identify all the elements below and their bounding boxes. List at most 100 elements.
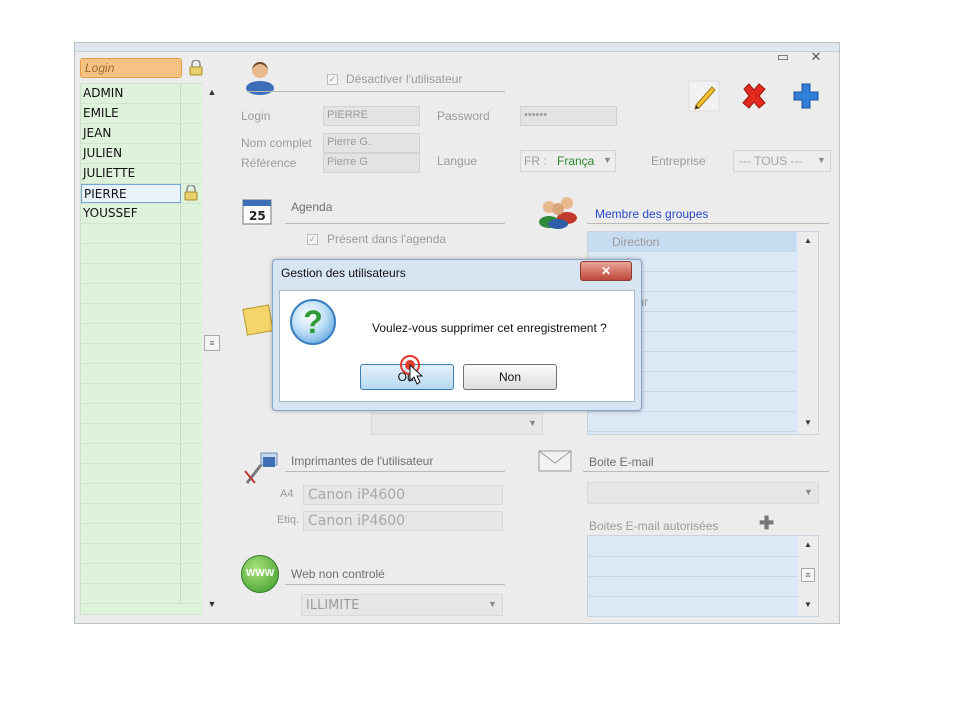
list-item[interactable] [81, 524, 206, 544]
group-row[interactable]: Direction [588, 232, 796, 252]
chevron-down-icon: ▼ [817, 155, 826, 165]
reference-field[interactable]: Pierre G [323, 153, 420, 173]
scroll-down-icon[interactable]: ▼ [798, 418, 818, 427]
group-row[interactable] [588, 412, 796, 432]
login-label: Login [241, 109, 271, 123]
row-line [588, 556, 798, 557]
list-grip-icon[interactable]: ≡ [204, 335, 220, 351]
question-icon: ? [290, 299, 336, 345]
calendar-icon: 25 [241, 195, 275, 230]
list-item[interactable] [81, 444, 206, 464]
user-login-cell [81, 524, 181, 543]
email-select[interactable]: ▼ [587, 482, 819, 504]
list-item[interactable] [81, 384, 206, 404]
list-item[interactable] [81, 484, 206, 504]
fullname-field[interactable]: Pierre G. [323, 133, 420, 153]
company-value: --- TOUS --- [739, 154, 803, 168]
password-field[interactable]: •••••• [520, 106, 617, 126]
label-printer-label: Etiq. [277, 514, 300, 526]
user-login-cell [81, 284, 181, 303]
list-item[interactable]: JULIEN [81, 144, 206, 164]
list-item[interactable] [81, 244, 206, 264]
list-item[interactable]: JULIETTE [81, 164, 206, 184]
user-login-cell [81, 264, 181, 283]
list-item[interactable] [81, 264, 206, 284]
scroll-down-icon[interactable]: ▼ [798, 600, 818, 609]
list-item[interactable] [81, 504, 206, 524]
chevron-down-icon: ▼ [528, 418, 537, 428]
scroll-up-icon[interactable]: ▲ [202, 87, 222, 97]
printers-title: Imprimantes de l'utilisateur [291, 454, 434, 468]
list-item[interactable] [81, 464, 206, 484]
disable-user-checkbox[interactable]: ✓ [327, 74, 338, 85]
user-login-cell [81, 464, 181, 483]
list-item[interactable]: EMILE [81, 104, 206, 124]
user-login-cell: YOUSSEF [81, 204, 181, 223]
list-item[interactable] [81, 364, 206, 384]
list-item[interactable] [81, 324, 206, 344]
hidden-select[interactable]: ▼ [371, 413, 543, 435]
user-login-cell [81, 504, 181, 523]
click-cursor-icon [400, 355, 430, 388]
no-button[interactable]: Non [463, 364, 557, 390]
user-login-cell [81, 224, 181, 243]
list-item[interactable] [81, 304, 206, 324]
divider [247, 91, 505, 92]
add-email-icon[interactable]: ✚ [759, 513, 774, 534]
minimize-button[interactable]: ▭ [775, 50, 791, 64]
list-item[interactable]: ADMIN [81, 84, 206, 104]
scroll-down-icon[interactable]: ▼ [202, 599, 222, 609]
web-title: Web non controlé [291, 567, 385, 581]
language-label: Langue [437, 154, 478, 168]
login-field[interactable]: PIERRE [323, 106, 420, 126]
list-item[interactable] [81, 584, 206, 604]
web-access-value: ILLIMITE [306, 598, 360, 613]
scroll-up-icon[interactable]: ▲ [798, 540, 818, 549]
user-login-cell: JULIEN [81, 144, 181, 163]
list-item[interactable] [81, 224, 206, 244]
user-login-cell: ADMIN [81, 84, 181, 103]
user-login-cell: JEAN [81, 124, 181, 143]
delete-red-cross-icon[interactable] [739, 81, 769, 114]
present-in-agenda-checkbox[interactable]: ✓ [307, 234, 318, 245]
list-item[interactable] [81, 424, 206, 444]
svg-text:25: 25 [249, 209, 266, 223]
padlock-icon[interactable] [187, 59, 205, 76]
a4-printer-field[interactable]: Canon iP4600 [303, 485, 503, 505]
user-login-cell [81, 304, 181, 323]
row-line [588, 596, 798, 597]
scroll-grip-icon[interactable]: ≡ [801, 568, 815, 582]
user-login-cell [81, 244, 181, 263]
chevron-down-icon: ▼ [488, 599, 497, 609]
language-select[interactable]: FR : França ▼ [520, 150, 616, 172]
list-item[interactable]: JEAN [81, 124, 206, 144]
user-login-cell [81, 544, 181, 563]
login-search-header[interactable]: Login [80, 58, 182, 78]
list-item[interactable] [81, 544, 206, 564]
dialog-body: ? Voulez-vous supprimer cet enregistreme… [279, 290, 635, 402]
user-login-cell [81, 404, 181, 423]
company-select[interactable]: --- TOUS --- ▼ [733, 150, 831, 172]
add-blue-plus-icon[interactable] [791, 81, 821, 114]
www-icon: WWW [241, 555, 279, 593]
user-list[interactable]: ADMIN EMILE JEAN JULIEN JULIETTE PIERRE YOUSSE… [80, 83, 207, 615]
close-window-button[interactable]: ✕ [808, 50, 824, 64]
divider [285, 584, 505, 585]
present-in-agenda-label: Présent dans l'agenda [327, 232, 447, 246]
label-printer-field[interactable]: Canon iP4600 [303, 511, 503, 531]
user-login-cell [81, 324, 181, 343]
list-item[interactable] [81, 404, 206, 424]
dialog-close-button[interactable]: ✕ [580, 261, 632, 281]
list-item[interactable] [81, 344, 206, 364]
list-item[interactable]: YOUSSEF [81, 204, 206, 224]
scroll-up-icon[interactable]: ▲ [798, 236, 818, 245]
list-item[interactable] [81, 564, 206, 584]
disable-user-label: Désactiver l'utilisateur [346, 72, 463, 86]
language-value: França [557, 154, 595, 168]
authorized-emails-label: Boites E-mail autorisées [589, 519, 719, 533]
web-access-select[interactable]: ILLIMITE ▼ [301, 594, 503, 616]
user-login-cell: JULIETTE [81, 164, 181, 183]
list-item[interactable] [81, 284, 206, 304]
authorized-emails-list[interactable]: ▲ ≡ ▼ [587, 535, 819, 617]
pencil-icon[interactable] [687, 79, 721, 116]
